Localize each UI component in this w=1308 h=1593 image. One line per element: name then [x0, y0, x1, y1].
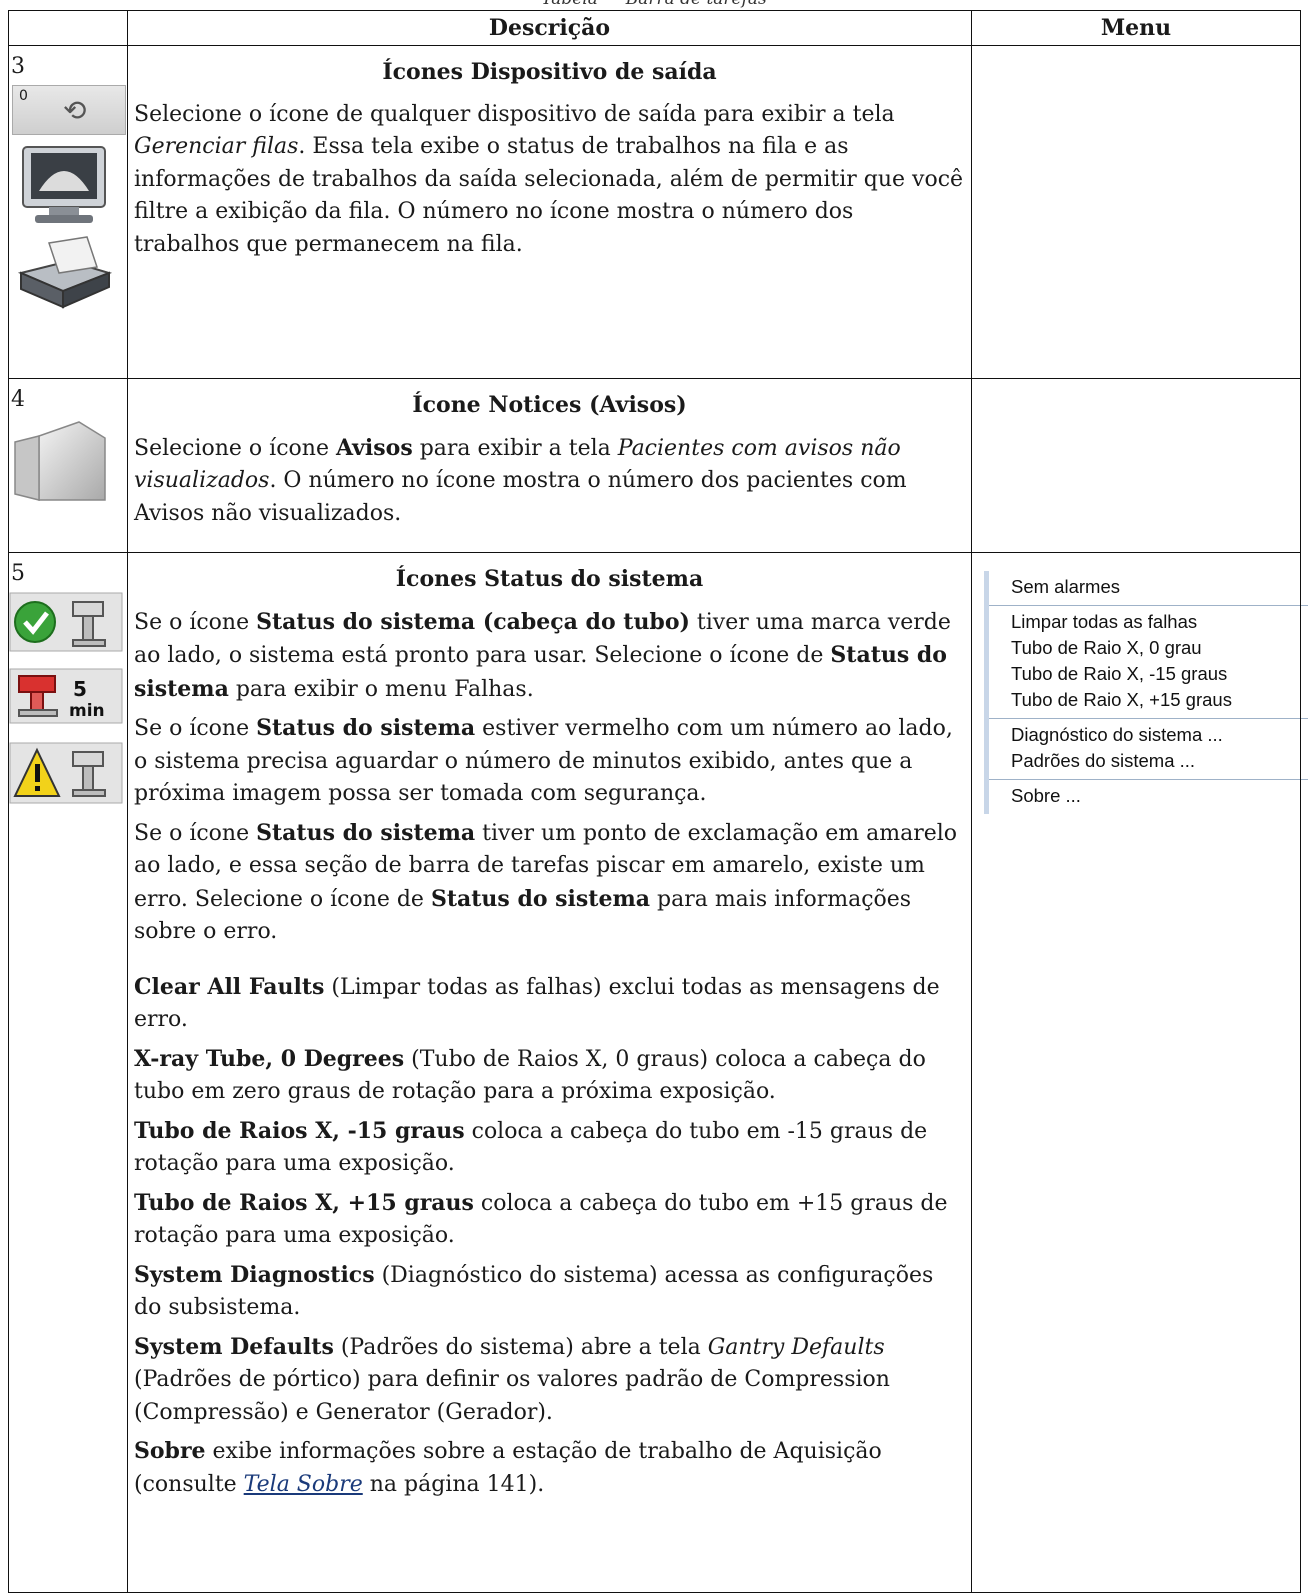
paragraph: X-ray Tube, 0 Degrees (Tubo de Raios X, … [134, 1045, 926, 1105]
menu-cell: Sem alarmes Limpar todas as falhas Tubo … [971, 552, 1308, 1593]
header-menu: Menu [971, 10, 1301, 46]
menu-item-tubo-minus15[interactable]: Tubo de Raio X, -15 graus [989, 661, 1308, 687]
menu-group: Diagnóstico do sistema ... Padrões do si… [989, 719, 1308, 780]
paragraph: Se o ícone Status do sistema (cabeça do … [134, 608, 951, 702]
menu-group: Sobre ... [989, 780, 1308, 814]
taskbar-table: Descrição Menu 3 0 ⟲ Ícones Dispositivo … [8, 10, 1308, 1593]
timer-value: 5 [73, 677, 87, 701]
faults-menu: Sem alarmes Limpar todas as falhas Tubo … [984, 571, 1308, 814]
paragraph: System Defaults (Padrões do sistema) abr… [134, 1333, 890, 1425]
row-number: 5 [11, 561, 25, 586]
table-row: 5 5 min Ícones Status do sistema Se o íc… [8, 552, 1308, 1593]
queue-count: 0 [19, 88, 28, 104]
menu-group: Limpar todas as falhas Tubo de Raio X, 0… [989, 606, 1308, 719]
paragraph: Clear All Faults (Limpar todas as falhas… [134, 973, 940, 1033]
menu-item-diagnostico[interactable]: Diagnóstico do sistema ... [989, 722, 1308, 748]
row-number: 3 [11, 54, 25, 79]
description-cell: Ícone Notices (Avisos) Selecione o ícone… [127, 378, 972, 553]
paragraph: Tubo de Raios X, +15 graus coloca a cabe… [134, 1189, 948, 1249]
menu-item-limpar-falhas[interactable]: Limpar todas as falhas [989, 609, 1308, 635]
table-row: 4 Ícone Notices (Avisos) Selecione o íco… [8, 378, 1301, 553]
menu-item-padroes[interactable]: Padrões do sistema ... [989, 748, 1308, 774]
paragraph: Tubo de Raios X, -15 graus coloca a cabe… [134, 1117, 928, 1177]
header-icon-col [8, 10, 128, 46]
section-title: Ícones Dispositivo de saída [382, 59, 717, 85]
ready-check-icon[interactable] [9, 592, 123, 652]
description-cell: Ícones Status do sistema Se o ícone Stat… [127, 552, 972, 1593]
table-caption: Tabela — Barra de tarefas [0, 0, 1308, 9]
menu-item-sobre[interactable]: Sobre ... [989, 783, 1308, 809]
description-cell: Ícones Dispositivo de saída Selecione o … [127, 45, 972, 379]
document-page: Tabela — Barra de tarefas Descrição Menu… [0, 0, 1308, 1593]
paragraph: System Diagnostics (Diagnóstico do siste… [134, 1261, 934, 1321]
table-header-row: Descrição Menu [8, 10, 1301, 46]
monitor-icon[interactable] [9, 141, 119, 227]
icon-cell: 3 0 ⟲ [8, 45, 128, 379]
menu-cell [971, 378, 1301, 553]
wait-timer-icon[interactable]: 5 min [9, 668, 123, 724]
menu-item-tubo-plus15[interactable]: Tubo de Raio X, +15 graus [989, 687, 1308, 713]
paragraph: Se o ícone Status do sistema tiver um po… [134, 819, 958, 945]
menu-item-tubo-0[interactable]: Tubo de Raio X, 0 grau [989, 635, 1308, 661]
paragraph: Se o ícone Status do sistema estiver ver… [134, 715, 953, 806]
tela-sobre-link[interactable]: Tela Sobre [244, 1472, 363, 1497]
timer-unit: min [69, 701, 105, 721]
paragraph: Selecione o ícone de qualquer dispositiv… [134, 101, 964, 257]
paragraph: Sobre exibe informações sobre a estação … [134, 1438, 882, 1497]
row-number: 4 [11, 387, 25, 412]
section-title: Ícone Notices (Avisos) [412, 392, 687, 418]
menu-item-sem-alarmes[interactable]: Sem alarmes [989, 574, 1308, 600]
menu-group: Sem alarmes [989, 571, 1308, 606]
printer-icon[interactable] [9, 233, 119, 313]
icon-cell: 4 [8, 378, 128, 553]
output-queue-icon[interactable]: 0 ⟲ [12, 85, 126, 135]
paragraph: Selecione o ícone Avisos para exibir a t… [134, 434, 907, 526]
section-title: Ícones Status do sistema [395, 566, 704, 592]
icon-cell: 5 5 min [8, 552, 128, 1593]
table-row: 3 0 ⟲ Ícones Dispositivo de saída Seleci… [8, 45, 1301, 379]
warning-icon[interactable] [9, 742, 123, 804]
notepad-icon[interactable] [9, 418, 119, 508]
menu-cell [971, 45, 1301, 379]
header-description: Descrição [127, 10, 972, 46]
